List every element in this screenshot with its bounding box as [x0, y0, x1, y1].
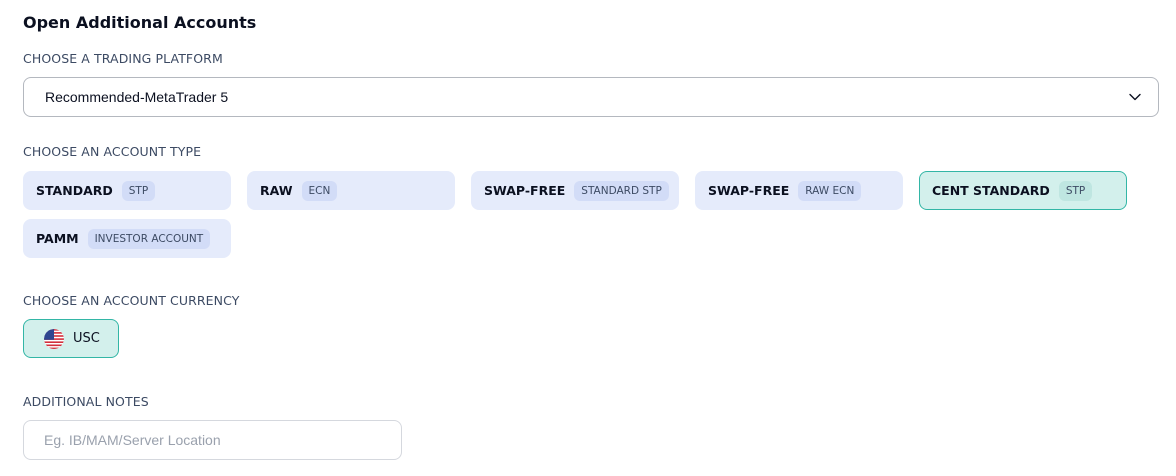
page-title: Open Additional Accounts: [23, 13, 257, 32]
account-option-tag: STP: [1058, 180, 1093, 201]
account-option-raw-ecn[interactable]: RAW ECN: [247, 171, 455, 210]
notes-input[interactable]: [23, 420, 402, 460]
account-option-tag: INVESTOR ACCOUNT: [87, 228, 211, 249]
platform-select-value: Recommended-MetaTrader 5: [45, 89, 229, 105]
account-option-tag: STANDARD STP: [574, 180, 669, 201]
account-option-name: RAW: [260, 183, 293, 198]
account-option-name: STANDARD: [36, 183, 113, 198]
us-flag-icon: [44, 328, 64, 349]
account-option-tag: RAW ECN: [798, 180, 862, 201]
currency-code: USC: [73, 331, 100, 346]
account-option-name: SWAP-FREE: [708, 183, 790, 198]
account-option-swapfree-standard-stp[interactable]: SWAP-FREE STANDARD STP: [471, 171, 679, 210]
account-option-pamm-investor[interactable]: PAMM INVESTOR ACCOUNT: [23, 219, 231, 258]
account-option-name: CENT STANDARD: [932, 183, 1050, 198]
platform-select[interactable]: Recommended-MetaTrader 5: [23, 77, 1159, 117]
account-option-tag: STP: [121, 180, 156, 201]
account-option-name: SWAP-FREE: [484, 183, 566, 198]
chevron-down-icon: [1129, 93, 1141, 101]
account-option-tag: ECN: [301, 180, 338, 201]
platform-label: CHOOSE A TRADING PLATFORM: [23, 51, 223, 66]
notes-label: ADDITIONAL NOTES: [23, 394, 149, 409]
account-option-standard-stp[interactable]: STANDARD STP: [23, 171, 231, 210]
account-option-name: PAMM: [36, 231, 79, 246]
currency-option-usc[interactable]: USC: [23, 319, 119, 358]
currency-label: CHOOSE AN ACCOUNT CURRENCY: [23, 293, 240, 308]
account-option-cent-standard-stp[interactable]: CENT STANDARD STP: [919, 171, 1127, 210]
account-type-label: CHOOSE AN ACCOUNT TYPE: [23, 144, 202, 159]
account-option-swapfree-raw-ecn[interactable]: SWAP-FREE RAW ECN: [695, 171, 903, 210]
